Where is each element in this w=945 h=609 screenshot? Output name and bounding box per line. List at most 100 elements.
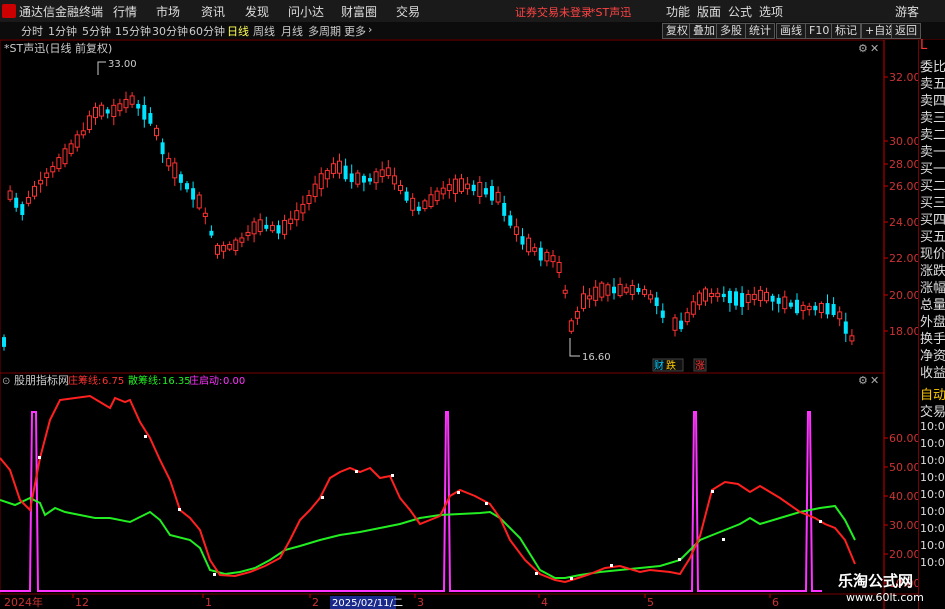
f10-button[interactable]: F10 xyxy=(805,23,834,39)
candle-body xyxy=(544,251,550,262)
site-name: 乐淘公式网 xyxy=(838,572,914,590)
candle-body xyxy=(264,224,269,229)
menu-discover[interactable]: 发现 xyxy=(245,3,269,20)
candle-body xyxy=(782,296,788,310)
period-1min[interactable]: 1分钟 xyxy=(48,23,77,39)
menu-function[interactable]: 功能 xyxy=(666,3,690,20)
line3-value: 0.00 xyxy=(223,376,245,387)
indicator-menu-icon[interactable]: ⊙ xyxy=(2,376,10,387)
period-more[interactable]: 更多 xyxy=(344,23,366,39)
candle-body xyxy=(446,184,452,191)
kline-chart[interactable]: *ST声迅(日线 前复权) ⚙ ✕ ⚙ ✕ 32.00 30.00 28.00 … xyxy=(0,40,918,609)
candle-body xyxy=(196,194,202,209)
candle-body xyxy=(160,142,165,155)
period-5min[interactable]: 5分钟 xyxy=(82,23,111,39)
period-monthly[interactable]: 月线 xyxy=(281,23,303,39)
line2-value: 16.35 xyxy=(162,376,191,387)
period-weekly[interactable]: 周线 xyxy=(253,23,275,39)
candle-body xyxy=(368,178,372,182)
period-intraday[interactable]: 分时 xyxy=(21,23,43,39)
candle-body xyxy=(373,171,379,184)
period-15min[interactable]: 15分钟 xyxy=(115,23,151,39)
menu-market[interactable]: 市场 xyxy=(156,3,180,20)
candle-body xyxy=(434,190,440,202)
time-label: 10:04 xyxy=(920,522,945,535)
candle-body xyxy=(245,231,251,237)
candle-body xyxy=(68,143,74,154)
candle-body xyxy=(727,290,732,304)
candle-body xyxy=(587,295,593,300)
candle-body xyxy=(672,317,678,331)
site-url: www.60lt.com xyxy=(846,591,924,604)
panel-label: 收益 xyxy=(920,366,945,381)
menu-layout[interactable]: 版面 xyxy=(697,3,721,20)
time-label: 10:03 xyxy=(920,505,945,518)
candle-body xyxy=(526,237,532,253)
period-30min[interactable]: 30分钟 xyxy=(152,23,188,39)
red-line xyxy=(0,394,856,584)
restore-rights-button[interactable]: 复权 xyxy=(662,23,692,39)
indicator-settings-icon[interactable]: ⚙ xyxy=(858,374,868,387)
candle-body xyxy=(318,173,324,190)
candle-body xyxy=(629,285,635,295)
menu-formula[interactable]: 公式 xyxy=(728,3,752,20)
statistics-button[interactable]: 统计 xyxy=(745,23,775,39)
panel-label[interactable]: L xyxy=(920,38,927,53)
candle-body xyxy=(581,293,586,309)
period-daily[interactable]: 日线 xyxy=(227,23,249,39)
candle-body xyxy=(550,255,556,263)
candle-body xyxy=(276,225,281,234)
indicator-tick-label: 20.00 xyxy=(889,548,918,561)
candle-body xyxy=(849,335,855,342)
menu-options[interactable]: 选项 xyxy=(759,3,783,20)
menu-wealth[interactable]: 财富圈 xyxy=(341,3,377,20)
overlay-button[interactable]: 叠加 xyxy=(689,23,719,39)
menu-trade[interactable]: 交易 xyxy=(396,3,420,20)
candle-body xyxy=(44,172,50,179)
stock-tab[interactable]: *ST声迅 xyxy=(590,4,631,20)
candle-body xyxy=(136,103,141,109)
back-button[interactable]: 返回 xyxy=(891,23,921,39)
candle-body xyxy=(757,289,763,301)
indicator-name[interactable]: 股朋指标网 xyxy=(14,373,69,387)
candle-body xyxy=(306,195,312,204)
trade-label[interactable]: 交易 xyxy=(920,401,945,420)
price-tick-label: 30.00 xyxy=(889,135,918,148)
time-label: 10:04 xyxy=(920,556,945,569)
close-icon[interactable]: ✕ xyxy=(870,42,879,55)
menu-ask[interactable]: 问小达 xyxy=(288,3,324,20)
candle-body xyxy=(343,165,348,180)
candle-body xyxy=(800,304,806,312)
menu-quotes[interactable]: 行情 xyxy=(113,3,137,20)
candle-body xyxy=(142,104,147,120)
multi-stock-button[interactable]: 多股 xyxy=(716,23,746,39)
candle-body xyxy=(38,179,44,185)
candle-body xyxy=(129,95,135,105)
candle-body xyxy=(764,291,769,302)
period-60min[interactable]: 60分钟 xyxy=(189,23,225,39)
period-multi[interactable]: 多周期 xyxy=(308,23,341,39)
guest-label[interactable]: 游客 xyxy=(895,3,919,20)
line1-value: 6.75 xyxy=(102,376,124,387)
date-label: 2 xyxy=(312,596,319,609)
draw-line-button[interactable]: 画线 xyxy=(776,23,806,39)
badge-fall: 跌 xyxy=(666,359,676,372)
mark-button[interactable]: 标记 xyxy=(831,23,861,39)
price-tick-label: 22.00 xyxy=(889,252,918,265)
login-notice[interactable]: 证券交易未登录 xyxy=(515,4,592,20)
chevron-right-icon[interactable]: › xyxy=(368,23,372,36)
settings-gear-icon[interactable]: ⚙ xyxy=(858,42,868,55)
indicator-tick-label: 60.00 xyxy=(889,432,918,445)
candle-body xyxy=(648,294,654,300)
event-badges: 财 跌 涨 xyxy=(652,358,707,372)
price-tick-label: 26.00 xyxy=(889,180,918,193)
low-price-label: 16.60 xyxy=(582,352,611,363)
low-annotation: 16.60 xyxy=(569,338,611,363)
menu-news[interactable]: 资讯 xyxy=(201,3,225,20)
candle-body xyxy=(416,206,421,211)
indicator-close-icon[interactable]: ✕ xyxy=(870,374,879,387)
date-label: 6 xyxy=(772,596,779,609)
candle-body xyxy=(221,244,227,252)
indicator-tick-label: 40.00 xyxy=(889,490,918,503)
candle-body xyxy=(837,311,843,320)
